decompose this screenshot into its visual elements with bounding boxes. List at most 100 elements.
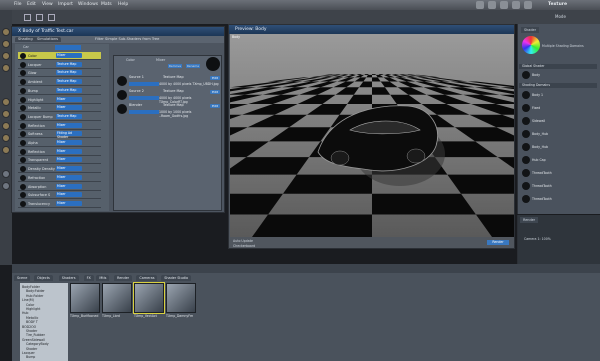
shader-row[interactable]: Bump Texture Map [18,87,101,95]
shader-row[interactable]: Subsurface S Mixer [18,191,101,200]
menu-file[interactable]: File [14,2,22,7]
preview-title[interactable]: Preview: Body [229,25,514,34]
row-value-select[interactable]: Mixer [56,183,82,189]
shader-row[interactable]: Translucency Mixer [18,200,101,208]
domain-item[interactable]: Hub Cap [522,155,592,165]
move-icon[interactable] [500,1,508,9]
source1-controls[interactable] [129,82,159,86]
rename-button[interactable]: Rename [186,64,200,68]
row-value-select[interactable]: Mixer [56,192,82,198]
menu-help[interactable]: Help [118,2,128,7]
pen-icon[interactable] [488,1,496,9]
blender-edit-button[interactable]: Edit [210,104,220,108]
shader-row[interactable]: Reflection Mixer [18,148,101,156]
library-tab[interactable]: Mtls [96,275,110,281]
library-tab[interactable]: Render [114,275,133,281]
menu-windows[interactable]: Windows [78,2,98,7]
move-tool-icon[interactable] [36,14,43,21]
source1-edit-button[interactable]: Edit [210,76,220,80]
tree-node[interactable]: BodyFolder [22,285,40,289]
shader-row[interactable]: Alpha Mixer [18,139,101,147]
texture-thumbnail[interactable] [166,283,196,313]
shader-tab[interactable]: Shader [521,27,540,33]
shader-row[interactable]: Color Mixer [18,52,101,60]
render-icon[interactable] [524,1,532,9]
blender-controls[interactable] [129,110,159,114]
tree-node[interactable]: Shader [26,347,37,351]
row-value-select[interactable]: Texture Map [56,79,82,85]
domain-item[interactable]: Body_Hub [522,142,592,152]
library-tab[interactable]: Cameras [136,275,158,281]
camera-icon[interactable] [2,64,10,72]
row-value-select[interactable]: Mixer [56,140,82,145]
shader-row[interactable]: Transparent Mixer [18,156,101,165]
row-value-select[interactable]: Texture Map [56,113,82,119]
domain-item[interactable]: ThreadTooth [522,168,592,178]
row-value-select[interactable]: Mixer [56,174,82,180]
tree-node[interactable]: Hub:Folder [26,294,43,298]
tree-node[interactable]: Lacquer [22,351,35,355]
row-value-select[interactable]: Mixer [56,53,82,58]
remove-button[interactable]: Remove [168,64,182,68]
row-value-select[interactable]: Mixer [56,96,82,102]
row-value-select[interactable]: Mixer [56,166,82,172]
source2-edit-button[interactable]: Edit [210,90,220,94]
domain-item[interactable]: Body 1 [522,90,592,100]
tree-node[interactable]: Highlight [26,307,40,311]
tab-shading[interactable]: Shading [15,37,36,42]
library-tab[interactable]: Objects [34,275,53,281]
select-tool-icon[interactable] [24,14,31,21]
zoom-icon[interactable] [2,170,10,178]
library-tab[interactable]: Scene [14,275,31,281]
light-icon[interactable] [512,1,520,9]
tree-node[interactable]: Shader [26,329,37,333]
row-value-select[interactable]: Fitting Ad Shader [56,131,82,139]
shader-row[interactable]: Lacquer Bump Texture Map [18,113,101,121]
shader-row[interactable]: Absorption Mixer [18,183,101,191]
library-tab[interactable]: FX [83,275,94,281]
tab-simulations[interactable]: Simulations [34,37,62,42]
menu-edit[interactable]: Edit [27,2,36,7]
person-icon[interactable] [2,28,10,36]
tree-node[interactable]: Bump [26,355,35,359]
figure-icon[interactable] [2,40,10,48]
tree-node[interactable]: Hub [22,311,28,315]
checkerboard-checkbox[interactable]: Checkerboard [233,244,255,248]
source2-controls[interactable] [129,96,159,100]
shader-row[interactable]: Lacquer Texture Map [18,61,101,69]
pan-icon[interactable] [2,182,10,190]
rotate-icon[interactable] [2,110,10,118]
domain-item[interactable]: ThreadTooth [522,181,592,191]
row-value-select[interactable]: Mixer [56,200,82,206]
menu-import[interactable]: Import [58,2,73,7]
taper-icon[interactable] [2,146,10,154]
tree-node[interactable]: Color [26,303,34,307]
menu-view[interactable]: View [42,2,53,7]
row-value-select[interactable]: Mixer [56,105,82,111]
row-value-select[interactable]: Texture Map [56,87,82,93]
tree-node[interactable]: Body:Folder [26,289,45,293]
shader-row[interactable]: Glow Texture Map [18,69,101,78]
shader-row[interactable]: Metallic Mixer [18,104,101,113]
shader-row[interactable]: Ambient Texture Map [18,78,101,87]
texture-thumbnail[interactable] [133,282,165,314]
shader-window-title[interactable]: X Body of Traffic Test.car [12,27,224,36]
menu-mats[interactable]: Mats [101,2,112,7]
library-tab[interactable]: Shader Studio [161,275,192,281]
shader-row[interactable]: Softness Fitting Ad Shader [18,130,101,139]
scale-tool-icon[interactable] [48,14,55,21]
tree-node[interactable]: Metallic [26,316,38,320]
domain-item[interactable]: Sidewall [522,116,592,126]
pose-icon[interactable] [2,52,10,60]
tree-node[interactable]: Tire_Rubber [26,333,45,337]
color-wheel-icon[interactable] [522,36,540,54]
row-value-select[interactable]: Texture Map [56,61,82,67]
domain-item[interactable]: ThreadTooth [522,194,592,204]
render-tab[interactable]: Render [520,217,539,223]
twist-icon[interactable] [2,134,10,142]
domain-item[interactable]: Body_Hub [522,129,592,139]
tree-node[interactable]: CategoryBody [26,342,49,346]
root-select[interactable] [55,45,81,50]
shader-row[interactable]: Highlight Mixer [18,96,101,104]
scale-icon[interactable] [2,122,10,130]
